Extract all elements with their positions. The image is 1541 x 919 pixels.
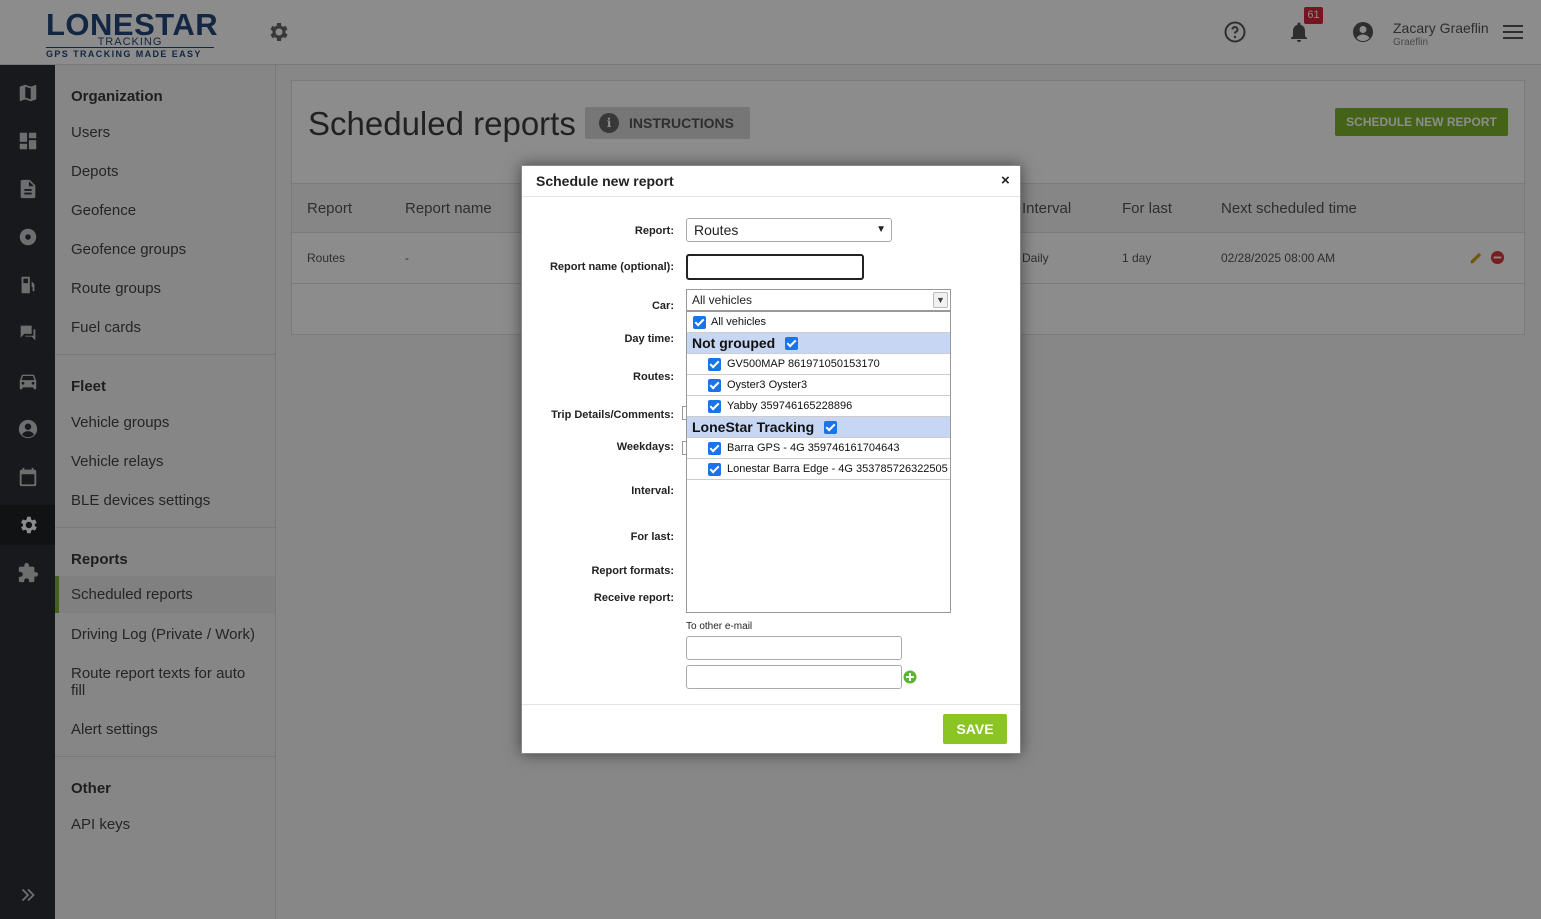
schedule-new-report-modal: Schedule new report × Report: Routes ▼ R… bbox=[521, 165, 1021, 754]
option-label: Lonestar Barra Edge - 4G 353785726322505 bbox=[727, 463, 948, 475]
label-day-time: Day time: bbox=[624, 333, 674, 345]
checkbox-checked[interactable] bbox=[708, 441, 721, 455]
option-label: Barra GPS - 4G 359746161704643 bbox=[727, 442, 900, 454]
close-icon[interactable]: × bbox=[1001, 172, 1010, 189]
modal-divider bbox=[522, 196, 1020, 197]
other-email-label: To other e-mail bbox=[686, 621, 753, 632]
add-email-icon[interactable] bbox=[903, 670, 917, 684]
car-multiselect[interactable]: All vehicles ▼ bbox=[686, 289, 951, 311]
checkbox-checked[interactable] bbox=[708, 378, 721, 392]
modal-title: Schedule new report bbox=[536, 173, 674, 189]
option-vehicle[interactable]: Oyster3 Oyster3 bbox=[687, 375, 950, 396]
option-label: Yabby 359746165228896 bbox=[727, 400, 853, 412]
label-report-name: Report name (optional): bbox=[549, 261, 674, 273]
option-group-lonestar-tracking[interactable]: LoneStar Tracking bbox=[687, 417, 950, 438]
option-vehicle[interactable]: Yabby 359746165228896 bbox=[687, 396, 950, 417]
car-dropdown-list: All vehicles Not grouped GV500MAP 861971… bbox=[686, 311, 951, 613]
label-interval: Interval: bbox=[631, 485, 674, 497]
checkbox-checked[interactable] bbox=[708, 462, 721, 476]
car-select-value: All vehicles bbox=[692, 293, 753, 307]
label-trip-details: Trip Details/Comments: bbox=[551, 409, 674, 421]
label-receive-report: Receive report: bbox=[593, 592, 674, 604]
option-all-vehicles[interactable]: All vehicles bbox=[687, 312, 950, 333]
chevron-down-icon: ▼ bbox=[876, 224, 886, 235]
label-car: Car: bbox=[651, 300, 674, 312]
checkbox-checked[interactable] bbox=[824, 420, 838, 434]
report-type-select[interactable]: Routes ▼ bbox=[686, 218, 892, 242]
other-email-input[interactable] bbox=[686, 636, 902, 660]
group-label: LoneStar Tracking bbox=[692, 419, 815, 435]
option-vehicle[interactable]: Lonestar Barra Edge - 4G 353785726322505 bbox=[687, 459, 950, 480]
checkbox-checked[interactable] bbox=[785, 336, 799, 350]
option-label: All vehicles bbox=[711, 316, 767, 328]
label-report: Report: bbox=[634, 225, 674, 237]
checkbox-checked[interactable] bbox=[708, 357, 721, 371]
option-vehicle[interactable]: Barra GPS - 4G 359746161704643 bbox=[687, 438, 950, 459]
save-button[interactable]: SAVE bbox=[943, 714, 1007, 744]
modal-divider bbox=[522, 704, 1020, 705]
option-label: GV500MAP 861971050153170 bbox=[727, 358, 880, 370]
report-name-input[interactable] bbox=[686, 254, 864, 280]
checkbox-checked[interactable] bbox=[693, 315, 706, 329]
label-for-last: For last: bbox=[630, 531, 674, 543]
label-weekdays: Weekdays: bbox=[616, 441, 674, 453]
checkbox-checked[interactable] bbox=[708, 399, 721, 413]
report-type-value: Routes bbox=[694, 222, 739, 238]
other-email-input[interactable] bbox=[686, 665, 902, 689]
option-group-not-grouped[interactable]: Not grouped bbox=[687, 333, 950, 354]
label-report-formats: Report formats: bbox=[591, 565, 674, 577]
group-label: Not grouped bbox=[692, 335, 776, 351]
label-routes: Routes: bbox=[633, 371, 674, 383]
option-label: Oyster3 Oyster3 bbox=[727, 379, 808, 391]
chevron-down-icon: ▼ bbox=[933, 292, 948, 308]
option-vehicle[interactable]: GV500MAP 861971050153170 bbox=[687, 354, 950, 375]
